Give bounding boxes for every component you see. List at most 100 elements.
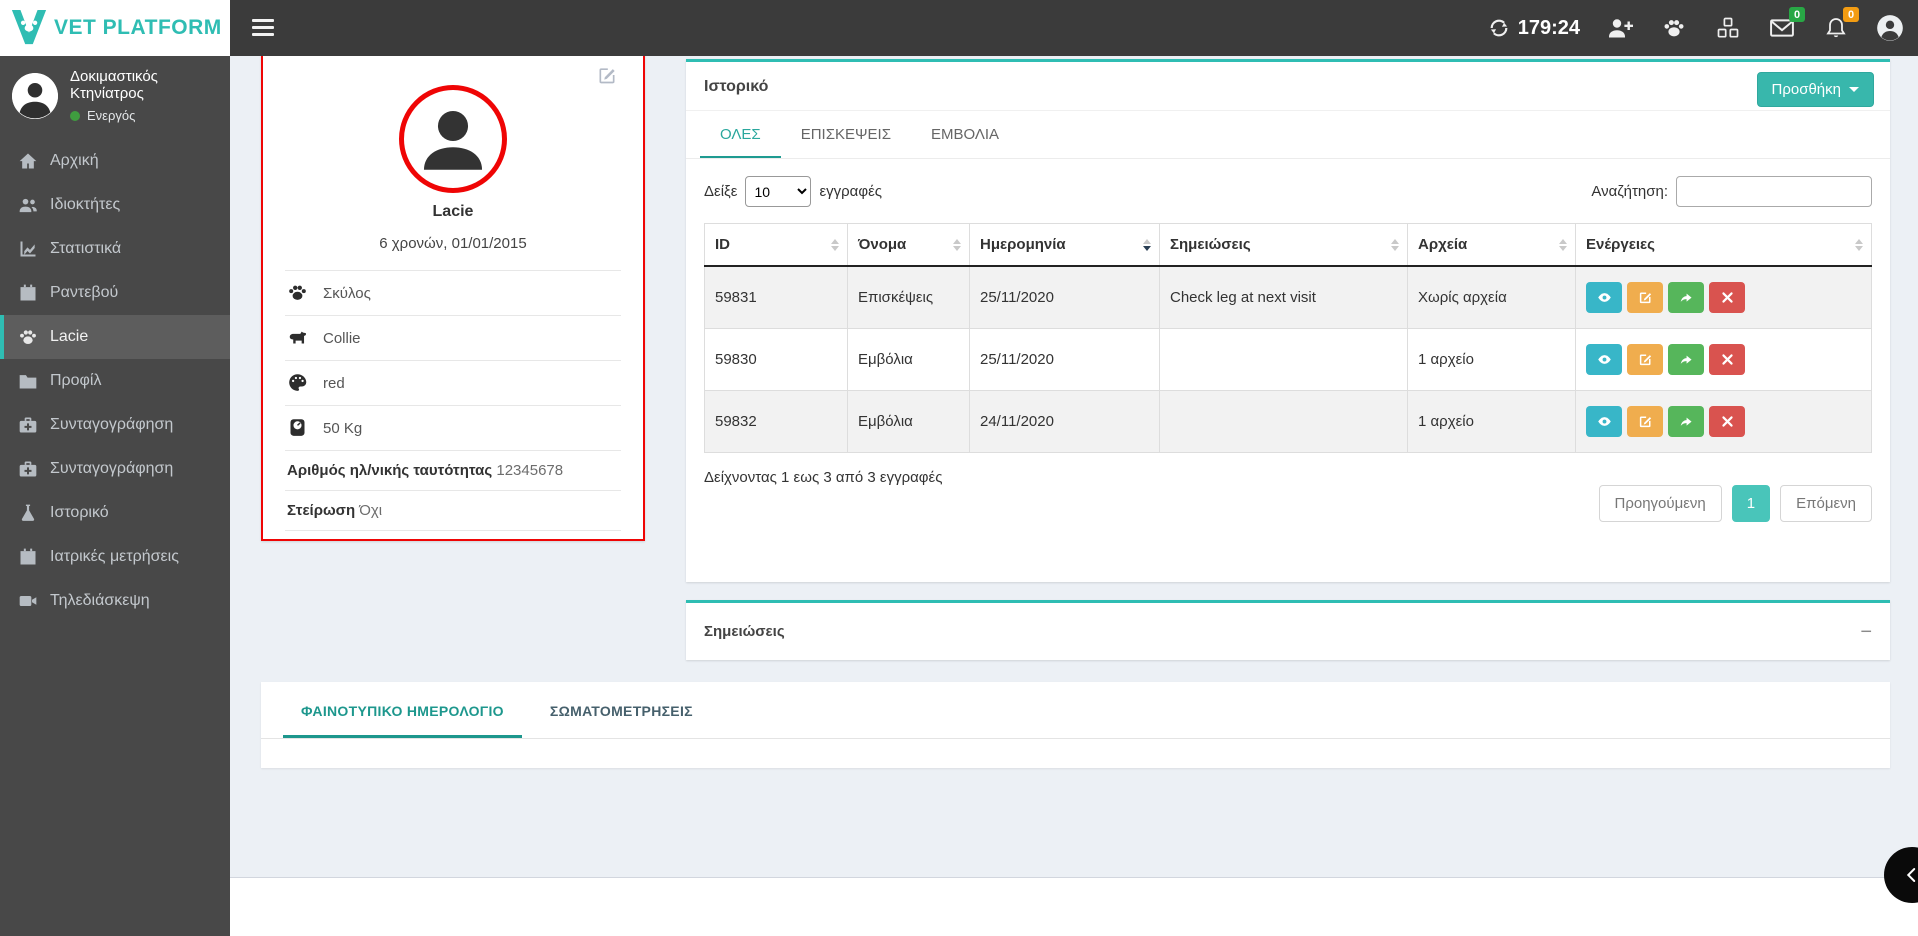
video-camera-icon (18, 591, 38, 611)
add-user-button[interactable] (1606, 14, 1634, 42)
sort-icon (1855, 238, 1863, 251)
refresh-icon (1488, 17, 1510, 39)
edit-button[interactable] (1627, 282, 1663, 313)
sidebar-user-avatar[interactable] (12, 72, 58, 119)
sidebar-item-teleconference[interactable]: Τηλεδιάσκεψη (0, 579, 230, 623)
column-header-id[interactable]: ID (704, 223, 848, 267)
account-menu-button[interactable] (1876, 14, 1904, 42)
sort-icon (1391, 238, 1399, 251)
search-input[interactable] (1676, 176, 1872, 207)
next-page-button[interactable]: Επόμενη (1780, 485, 1872, 522)
modules-button[interactable] (1714, 14, 1742, 42)
cell-name: Επισκέψεις (847, 265, 970, 329)
cell-notes: Check leg at next visit (1159, 265, 1408, 329)
column-header-files[interactable]: Αρχεία (1407, 223, 1576, 267)
sidebar-item-prescription-2[interactable]: Συνταγογράφηση (0, 447, 230, 491)
bottom-tabs: ΦΑΙΝΟΤΥΠΙΚΟ ΗΜΕΡΟΛΟΓΙΟ ΣΩΜΑΤΟΜΕΤΡΗΣΕΙΣ (261, 682, 1890, 739)
column-header-name[interactable]: Όνομα (847, 223, 970, 267)
sidebar-user-status: Ενεργός (70, 108, 218, 123)
pets-button[interactable] (1660, 14, 1688, 42)
notes-title: Σημειώσεις (704, 623, 785, 640)
brand-logo[interactable]: VET PLATFORM (0, 0, 230, 56)
user-plus-icon (1608, 19, 1633, 38)
edit-pencil-icon (1639, 416, 1651, 428)
x-icon (1721, 416, 1733, 427)
chart-line-icon (18, 239, 38, 259)
edit-button[interactable] (1627, 406, 1663, 437)
delete-button[interactable] (1709, 282, 1745, 313)
edit-button[interactable] (1627, 344, 1663, 375)
cell-date: 25/11/2020 (969, 265, 1160, 329)
pagination: Προηγούμενη 1 Επόμενη (1598, 485, 1872, 522)
sidebar-item-prescription-1[interactable]: Συνταγογράφηση (0, 403, 230, 447)
messages-button[interactable]: 0 (1768, 7, 1805, 42)
cell-files: 1 αρχείο (1407, 390, 1576, 453)
notifications-button[interactable]: 0 (1822, 7, 1859, 42)
sidebar-toggle-button[interactable] (252, 19, 274, 36)
edit-pet-button[interactable] (597, 65, 617, 85)
column-header-actions[interactable]: Ενέργειες (1575, 223, 1872, 267)
table-row: 59832 Εμβόλια 24/11/2020 1 αρχείο (704, 390, 1872, 453)
sidebar-user-panel: Δοκιμαστικός Κτηνίατρος Ενεργός (0, 56, 230, 139)
calendar-icon (18, 547, 38, 567)
history-tabs: ΟΛΕΣ ΕΠΙΣΚΕΨΕΙΣ ΕΜΒΟΛΙΑ (686, 111, 1890, 159)
history-table: ID Όνομα Ημερομηνία Σημειώσεις Αρχεία Εν… (704, 223, 1872, 453)
tab-visits[interactable]: ΕΠΙΣΚΕΨΕΙΣ (781, 111, 911, 158)
sidebar-item-appointments[interactable]: Ραντεβού (0, 271, 230, 315)
pet-profile-card: Lacie 6 χρονών, 01/01/2015 Σκύλος Collie… (261, 47, 645, 541)
sidebar-item-owners[interactable]: Ιδιοκτήτες (0, 183, 230, 227)
share-arrow-icon (1680, 417, 1692, 426)
current-page-button[interactable]: 1 (1731, 485, 1771, 522)
view-button[interactable] (1586, 406, 1622, 437)
messages-count-badge: 0 (1789, 7, 1805, 22)
brand-name: VET PLATFORM (54, 16, 222, 39)
history-panel: Ιστορικό Προσθήκη ΟΛΕΣ ΕΠΙΣΚΕΨΕΙΣ ΕΜΒΟΛΙ… (686, 59, 1890, 582)
column-header-notes[interactable]: Σημειώσεις (1159, 223, 1408, 267)
page-footer (230, 877, 1918, 936)
add-record-button[interactable]: Προσθήκη (1756, 72, 1874, 107)
pet-color-row: red (285, 360, 621, 405)
folder-icon (18, 371, 38, 391)
edit-pencil-icon (1639, 292, 1651, 304)
tab-phenotypic-diary[interactable]: ΦΑΙΝΟΤΥΠΙΚΟ ΗΜΕΡΟΛΟΓΙΟ (283, 682, 522, 738)
home-icon (18, 151, 38, 171)
show-label: Δείξε (704, 183, 738, 200)
sidebar-item-lacie[interactable]: Lacie (0, 315, 230, 359)
share-button[interactable] (1668, 406, 1704, 437)
online-status-icon (70, 110, 80, 121)
previous-page-button[interactable]: Προηγούμενη (1598, 485, 1722, 522)
sidebar-item-history[interactable]: Ιστορικό (0, 491, 230, 535)
page-size-select[interactable]: 10 (745, 176, 812, 207)
sidebar-item-statistics[interactable]: Στατιστικά (0, 227, 230, 271)
view-button[interactable] (1586, 344, 1622, 375)
flask-icon (18, 503, 38, 523)
pet-details-list: Σκύλος Collie red 50 Kg Αριθμός ηλ/νικής… (285, 270, 621, 531)
share-button[interactable] (1668, 344, 1704, 375)
sidebar-item-home[interactable]: Αρχική (0, 139, 230, 183)
cell-name: Εμβόλια (847, 390, 970, 453)
table-row: 59831 Επισκέψεις 25/11/2020 Check leg at… (704, 265, 1872, 329)
tab-vaccines[interactable]: ΕΜΒΟΛΙΑ (911, 111, 1019, 158)
column-header-date[interactable]: Ημερομηνία (969, 223, 1160, 267)
paw-icon (1664, 20, 1684, 37)
weight-scale-icon (287, 417, 309, 439)
table-info: Δείχνοντας 1 εως 3 από 3 εγγραφές (704, 469, 943, 486)
eye-icon (1597, 417, 1611, 426)
table-footer: Δείχνοντας 1 εως 3 από 3 εγγραφές Προηγο… (686, 453, 1890, 545)
share-button[interactable] (1668, 282, 1704, 313)
sidebar-menu: Αρχική Ιδιοκτήτες Στατιστικά Ραντεβού La… (0, 139, 230, 623)
caret-down-icon (1849, 87, 1859, 92)
delete-button[interactable] (1709, 344, 1745, 375)
tab-body-measurements[interactable]: ΣΩΜΑΤΟΜΕΤΡΗΣΕΙΣ (532, 682, 711, 738)
delete-button[interactable] (1709, 406, 1745, 437)
sidebar-item-medical-measurements[interactable]: Ιατρικές μετρήσεις (0, 535, 230, 579)
collapse-minus-icon[interactable]: − (1860, 622, 1872, 642)
tab-all[interactable]: ΟΛΕΣ (700, 111, 781, 158)
share-arrow-icon (1680, 293, 1692, 302)
session-timer[interactable]: 179:24 (1488, 17, 1580, 40)
cell-files: 1 αρχείο (1407, 328, 1576, 391)
pet-avatar[interactable] (399, 85, 507, 193)
vet-platform-logo-icon (10, 8, 48, 48)
view-button[interactable] (1586, 282, 1622, 313)
sidebar-item-profile[interactable]: Προφίλ (0, 359, 230, 403)
